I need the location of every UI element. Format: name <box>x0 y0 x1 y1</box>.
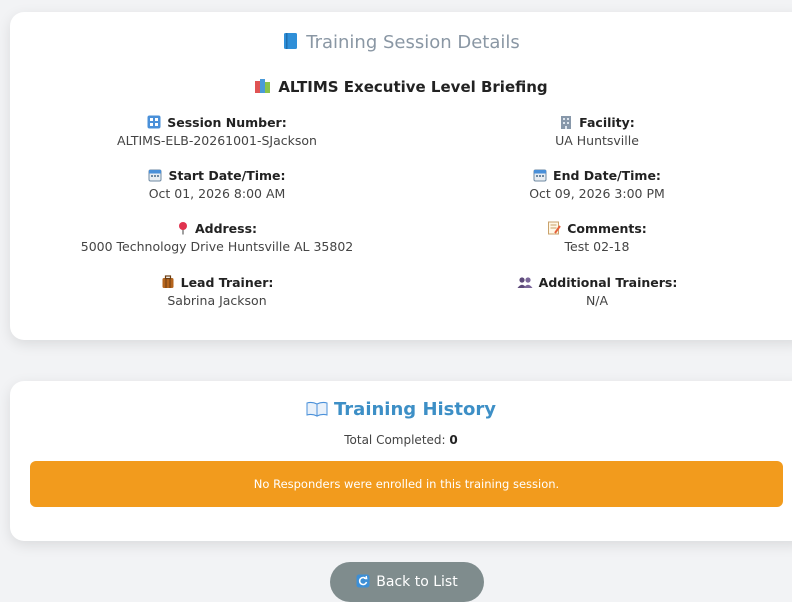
end-label: End Date/Time: <box>553 168 661 183</box>
comments-value: Test 02-18 <box>564 239 630 254</box>
field-facility: Facility: UA Huntsville <box>437 115 757 148</box>
history-title-row: Training History <box>10 399 792 420</box>
start-label: Start Date/Time: <box>168 168 286 183</box>
field-lead-trainer: Lead Trainer: Sabrina Jackson <box>57 275 377 308</box>
total-completed-count: 0 <box>449 433 458 447</box>
calendar-icon <box>148 169 162 182</box>
session-details-card: Training Session Details ALTIMS Executiv… <box>10 12 792 340</box>
round-pushpin-icon <box>178 222 187 235</box>
back-to-list-button[interactable]: Back to List <box>330 562 484 602</box>
input-numbers-icon <box>147 115 161 129</box>
memo-icon <box>548 221 562 235</box>
session-number-value: ALTIMS-ELB-20261001-SJackson <box>117 133 317 148</box>
calendar-icon <box>533 169 547 182</box>
panel-title: Training Session Details <box>306 32 520 53</box>
facility-value: UA Huntsville <box>555 133 639 148</box>
session-title-row: ALTIMS Executive Level Briefing <box>10 78 792 96</box>
total-completed-label: Total Completed: <box>344 433 446 447</box>
comments-label: Comments: <box>567 221 647 236</box>
no-responders-alert: No Responders were enrolled in this trai… <box>30 461 783 507</box>
back-to-list-label: Back to List <box>376 574 458 590</box>
additional-trainers-value: N/A <box>585 293 609 308</box>
field-end: End Date/Time: Oct 09, 2026 3:00 PM <box>437 168 757 201</box>
refresh-icon <box>356 574 370 588</box>
training-history-card: Training History Total Completed: 0 No R… <box>10 381 792 541</box>
session-title: ALTIMS Executive Level Briefing <box>278 78 548 96</box>
books-icon <box>255 79 271 93</box>
office-building-icon <box>561 116 572 129</box>
address-label: Address: <box>194 221 258 236</box>
book-icon <box>284 33 298 49</box>
field-additional-trainers: Additional Trainers: N/A <box>437 275 757 308</box>
history-title: Training History <box>334 399 496 420</box>
field-start: Start Date/Time: Oct 01, 2026 8:00 AM <box>57 168 377 201</box>
total-completed: Total Completed: 0 <box>10 433 792 447</box>
facility-label: Facility: <box>579 115 635 130</box>
additional-trainers-label: Additional Trainers: <box>538 275 678 290</box>
field-session-number: Session Number: ALTIMS-ELB-20261001-SJac… <box>57 115 377 148</box>
session-number-label: Session Number: <box>167 115 287 130</box>
lead-trainer-label: Lead Trainer: <box>180 275 274 290</box>
field-address: Address: 5000 Technology Drive Huntsvill… <box>57 221 377 254</box>
start-value: Oct 01, 2026 8:00 AM <box>148 186 286 201</box>
lead-trainer-value: Sabrina Jackson <box>167 293 267 308</box>
luggage-icon <box>162 275 174 288</box>
busts-in-silhouette-icon <box>517 277 533 288</box>
field-comments: Comments: Test 02-18 <box>437 221 757 254</box>
end-value: Oct 09, 2026 3:00 PM <box>529 186 665 201</box>
open-book-icon <box>306 401 328 417</box>
panel-title-row: Training Session Details <box>10 32 792 53</box>
address-value: 5000 Technology Drive Huntsville AL 3580… <box>80 239 354 254</box>
